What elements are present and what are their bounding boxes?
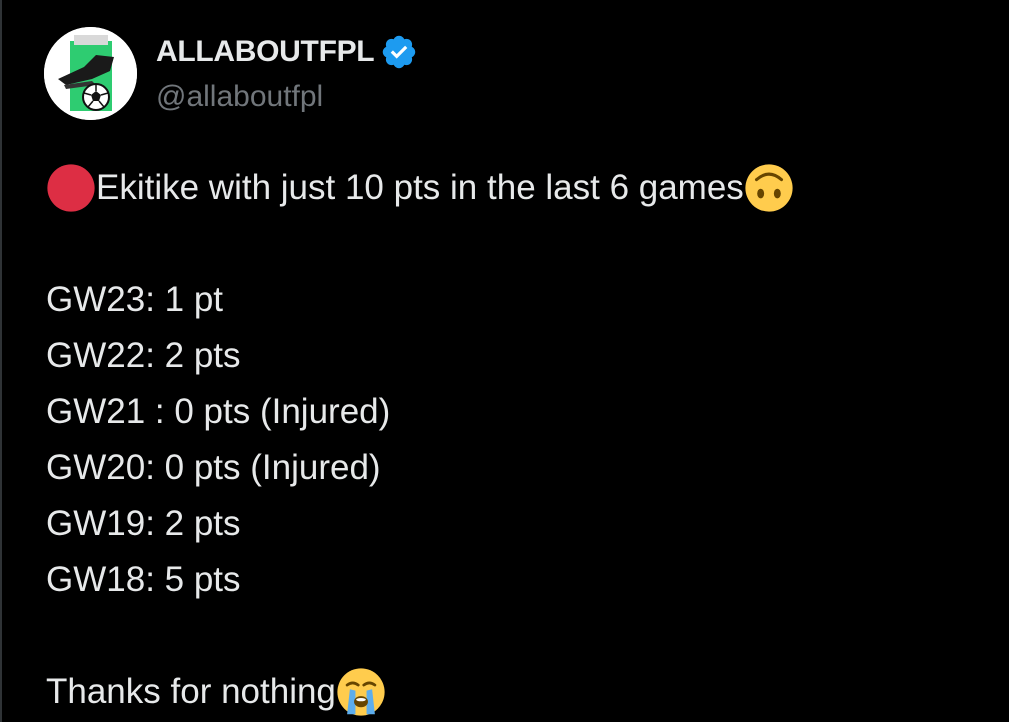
closing-text: Thanks for nothing — [46, 672, 336, 711]
upside-down-face-icon — [745, 164, 793, 212]
author-name-row: ALLABOUTFPL — [156, 32, 418, 72]
author-display-name[interactable]: ALLABOUTFPL — [156, 35, 375, 69]
gameweek-line: GW19: 2 pts — [46, 504, 241, 543]
headline-line: Ekitike with just 10 pts in the last 6 g… — [46, 160, 986, 216]
headline-text: Ekitike with just 10 pts in the last 6 g… — [96, 168, 744, 207]
closing-line: Thanks for nothing — [46, 664, 986, 720]
tweet-card: ALLABOUTFPL @allaboutfpl Ekitike with ju… — [0, 0, 1009, 722]
gameweek-line: GW20: 0 pts (Injured) — [46, 448, 381, 487]
gameweek-line: GW22: 2 pts — [46, 336, 241, 375]
gameweek-line: GW18: 5 pts — [46, 560, 241, 599]
football-boot-logo-icon — [44, 27, 137, 120]
red-circle-icon — [47, 164, 95, 212]
author-avatar[interactable] — [44, 27, 137, 120]
gameweek-line: GW21 : 0 pts (Injured) — [46, 392, 391, 431]
loudly-crying-face-icon — [337, 668, 385, 716]
author-handle[interactable]: @allaboutfpl — [156, 80, 323, 114]
gameweek-line: GW23: 1 pt — [46, 280, 224, 319]
tweet-text: Ekitike with just 10 pts in the last 6 g… — [46, 160, 986, 720]
verified-badge-icon[interactable] — [380, 33, 418, 71]
